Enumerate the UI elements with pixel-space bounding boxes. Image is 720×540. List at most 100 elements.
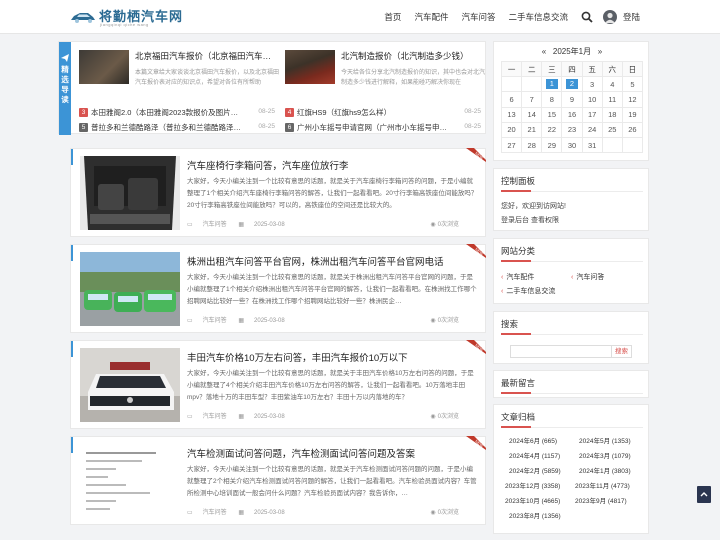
featured-title[interactable]: 北汽制造报价（北汽制造多少钱） — [341, 50, 485, 62]
article-meta: ▭ 汽车问答 ▦ 2025-03-08 ◉ 0次浏览 — [187, 219, 479, 228]
featured-item[interactable]: 北汽制造报价（北汽制造多少钱） 今天给各位分享北汽制造报价的知识，其中也会对北汽… — [285, 46, 487, 90]
calendar-prev[interactable]: « — [542, 47, 546, 56]
accent-bar — [71, 245, 73, 261]
article-thumbnail[interactable] — [80, 348, 180, 422]
calendar-day: 16 — [561, 106, 583, 123]
avatar-icon[interactable] — [602, 10, 617, 24]
article-title[interactable]: 丰田汽车价格10万左右问答，丰田汽车报价10万以下 — [187, 350, 408, 364]
list-item-title[interactable]: 普拉多和兰德酷路泽（普拉多和兰德酷路泽的区别） — [91, 120, 243, 135]
article-date: 2025-03-08 — [254, 414, 285, 420]
search-input[interactable] — [510, 345, 612, 358]
archive-link[interactable]: 2024年4月 (1157) — [509, 450, 560, 460]
article-card: NEW 株洲出租汽车问答平台官网，株洲出租汽车问答平台官网电话 大家好，今天小编… — [70, 244, 486, 333]
calendar-day: 27 — [500, 136, 523, 154]
featured-title[interactable]: 北京福田汽车报价（北京福田汽车报价表） — [135, 50, 279, 62]
article-title[interactable]: 汽车检测面试问答问题，汽车检测面试问答问题及答案 — [187, 446, 415, 460]
admin-links[interactable]: 登录后台 查看权限 — [501, 215, 559, 225]
article-meta: ▭ 汽车问答 ▦ 2025-03-08 ◉ 0次浏览 — [187, 507, 479, 516]
list-item[interactable]: 5普拉多和兰德酷路泽（普拉多和兰德酷路泽的区别） 08-25 — [79, 119, 275, 134]
archive-link[interactable]: 2024年2月 (5859) — [509, 465, 561, 475]
article-category[interactable]: 汽车问答 — [203, 318, 227, 324]
list-item[interactable]: 3本田雅阁2.0（本田雅阁2023款报价及图片及价格） 08-25 — [79, 104, 275, 119]
featured-item[interactable]: 北京福田汽车报价（北京福田汽车报价表） 本篇文章给大家谈谈北京福田汽车报价，以及… — [79, 46, 281, 90]
calendar-day: 13 — [500, 106, 523, 123]
nav-parts[interactable]: 汽车配件 — [414, 11, 448, 23]
featured-desc: 今天给各位分享北汽制造报价的知识，其中也会对北汽制造多少钱进行解释，如果能碰巧解… — [341, 70, 486, 86]
nav-home[interactable]: 首页 — [384, 11, 401, 23]
archive-link[interactable]: 2023年12月 (3358) — [505, 480, 560, 490]
calendar-day: 15 — [541, 106, 563, 123]
folder-icon: ▭ — [187, 414, 193, 420]
featured-tab: 精选导读 — [59, 42, 71, 135]
article-card: NEW 汽车座椅行李箱问答，汽车座位放行李 大家好，今天小编关注到一个比较有意思… — [70, 148, 486, 237]
archive-link[interactable]: 2024年6月 (665) — [509, 435, 557, 445]
rank-badge: 5 — [79, 122, 88, 132]
article-date: 2025-03-08 — [254, 510, 285, 516]
calendar-day — [521, 76, 543, 93]
article-thumbnail[interactable] — [80, 252, 180, 326]
featured-thumbnail[interactable] — [79, 50, 129, 84]
weekday: 六 — [601, 60, 623, 78]
calendar-day: 21 — [521, 121, 543, 138]
article-category[interactable]: 汽车问答 — [203, 510, 227, 516]
category-link[interactable]: 汽车问答 — [571, 272, 604, 282]
calendar-day-number[interactable]: 1 — [545, 79, 558, 90]
views-count: 0次浏览 — [437, 318, 459, 324]
archive-link[interactable]: 2023年8月 (1356) — [509, 510, 561, 520]
archive-link[interactable]: 2024年3月 (1079) — [579, 450, 631, 460]
search-icon[interactable] — [581, 11, 593, 23]
calendar-day: 7 — [521, 91, 543, 108]
calendar-day: 24 — [581, 121, 603, 138]
weekday: 五 — [581, 60, 603, 78]
featured-tab-label: 精选导读 — [61, 65, 69, 104]
nav-qa[interactable]: 汽车问答 — [461, 11, 495, 23]
list-item[interactable]: 6广州小车摇号申请官网（广州市小车摇号申请网站） 08-25 — [285, 119, 481, 134]
category-link[interactable]: 汽车配件 — [501, 272, 534, 282]
calendar-day: 23 — [561, 121, 583, 138]
archive-link[interactable]: 2024年1月 (3803) — [579, 465, 631, 475]
nav-used-cars[interactable]: 二手车信息交流 — [508, 11, 568, 23]
accent-bar — [71, 437, 73, 453]
archive-link[interactable]: 2024年5月 (1353) — [579, 435, 631, 445]
rank-badge: 3 — [79, 107, 88, 117]
eye-icon: ◉ — [430, 414, 436, 420]
views-count: 0次浏览 — [437, 414, 459, 420]
article-card: NEW 丰田汽车价格10万左右问答，丰田汽车报价10万以下 大家好，今天小编关注… — [70, 340, 486, 429]
latest-comments-widget: 最新留言 — [493, 370, 649, 398]
site-logo[interactable]: 将勤栖汽车网 jiangqinqi qiche wang — [70, 6, 183, 28]
archive-link[interactable]: 2023年11月 (4773) — [575, 480, 630, 490]
archive-link[interactable]: 2023年10月 (4665) — [505, 495, 560, 505]
calendar-icon: ▦ — [238, 318, 245, 324]
eye-icon: ◉ — [430, 318, 436, 324]
list-item-title[interactable]: 广州小车摇号申请官网（广州市小车摇号申请网站） — [297, 120, 449, 135]
list-item-date: 08-25 — [258, 108, 275, 115]
article-title[interactable]: 汽车座椅行李箱问答，汽车座位放行李 — [187, 158, 349, 172]
list-item[interactable]: 4 红旗HS9（红旗hs9怎么样） 08-25 — [285, 104, 481, 119]
article-category[interactable]: 汽车问答 — [203, 222, 227, 228]
article-thumbnail[interactable] — [80, 444, 180, 518]
category-link[interactable]: 二手车信息交流 — [501, 286, 555, 296]
article-thumbnail[interactable] — [80, 156, 180, 230]
list-item-title[interactable]: 本田雅阁2.0（本田雅阁2023款报价及图片及价格） — [91, 105, 243, 120]
calendar-day-linked[interactable]: 1 — [541, 76, 563, 93]
article-title[interactable]: 株洲出租汽车问答平台官网，株洲出租汽车问答平台官网电话 — [187, 254, 444, 268]
list-item-title[interactable]: 红旗HS9（红旗hs9怎么样） — [297, 105, 449, 120]
featured-thumbnail[interactable] — [285, 50, 335, 84]
calendar-day-linked[interactable]: 2 — [561, 76, 583, 93]
folder-icon: ▭ — [187, 318, 193, 324]
folder-icon: ▭ — [187, 510, 193, 516]
control-panel-widget: 控制面板 您好，欢迎到访网站! 登录后台 查看权限 — [493, 168, 649, 231]
calendar-day-number[interactable]: 2 — [565, 79, 578, 90]
welcome-text: 您好，欢迎到访网站! — [501, 203, 566, 210]
widget-title: 控制面板 — [501, 176, 536, 186]
login-link[interactable]: 登陆 — [623, 11, 640, 23]
featured-reading: 精选导读 北京福田汽车报价（北京福田汽车报价表） 本篇文章给大家谈谈北京福田汽车… — [58, 41, 487, 135]
widget-divider — [501, 392, 643, 394]
article-category[interactable]: 汽车问答 — [203, 414, 227, 420]
featured-list-left: 3本田雅阁2.0（本田雅阁2023款报价及图片及价格） 08-25 5普拉多和兰德… — [79, 104, 275, 134]
archive-link[interactable]: 2023年9月 (4817) — [575, 495, 627, 505]
calendar-next[interactable]: » — [598, 47, 602, 56]
back-to-top-button[interactable] — [697, 486, 711, 503]
article-excerpt: 大家好，今天小编关注到一个比较有意思的话题，就是关于株洲出租汽车问答平台官网的问… — [187, 274, 477, 305]
search-button[interactable]: 搜索 — [612, 345, 632, 358]
